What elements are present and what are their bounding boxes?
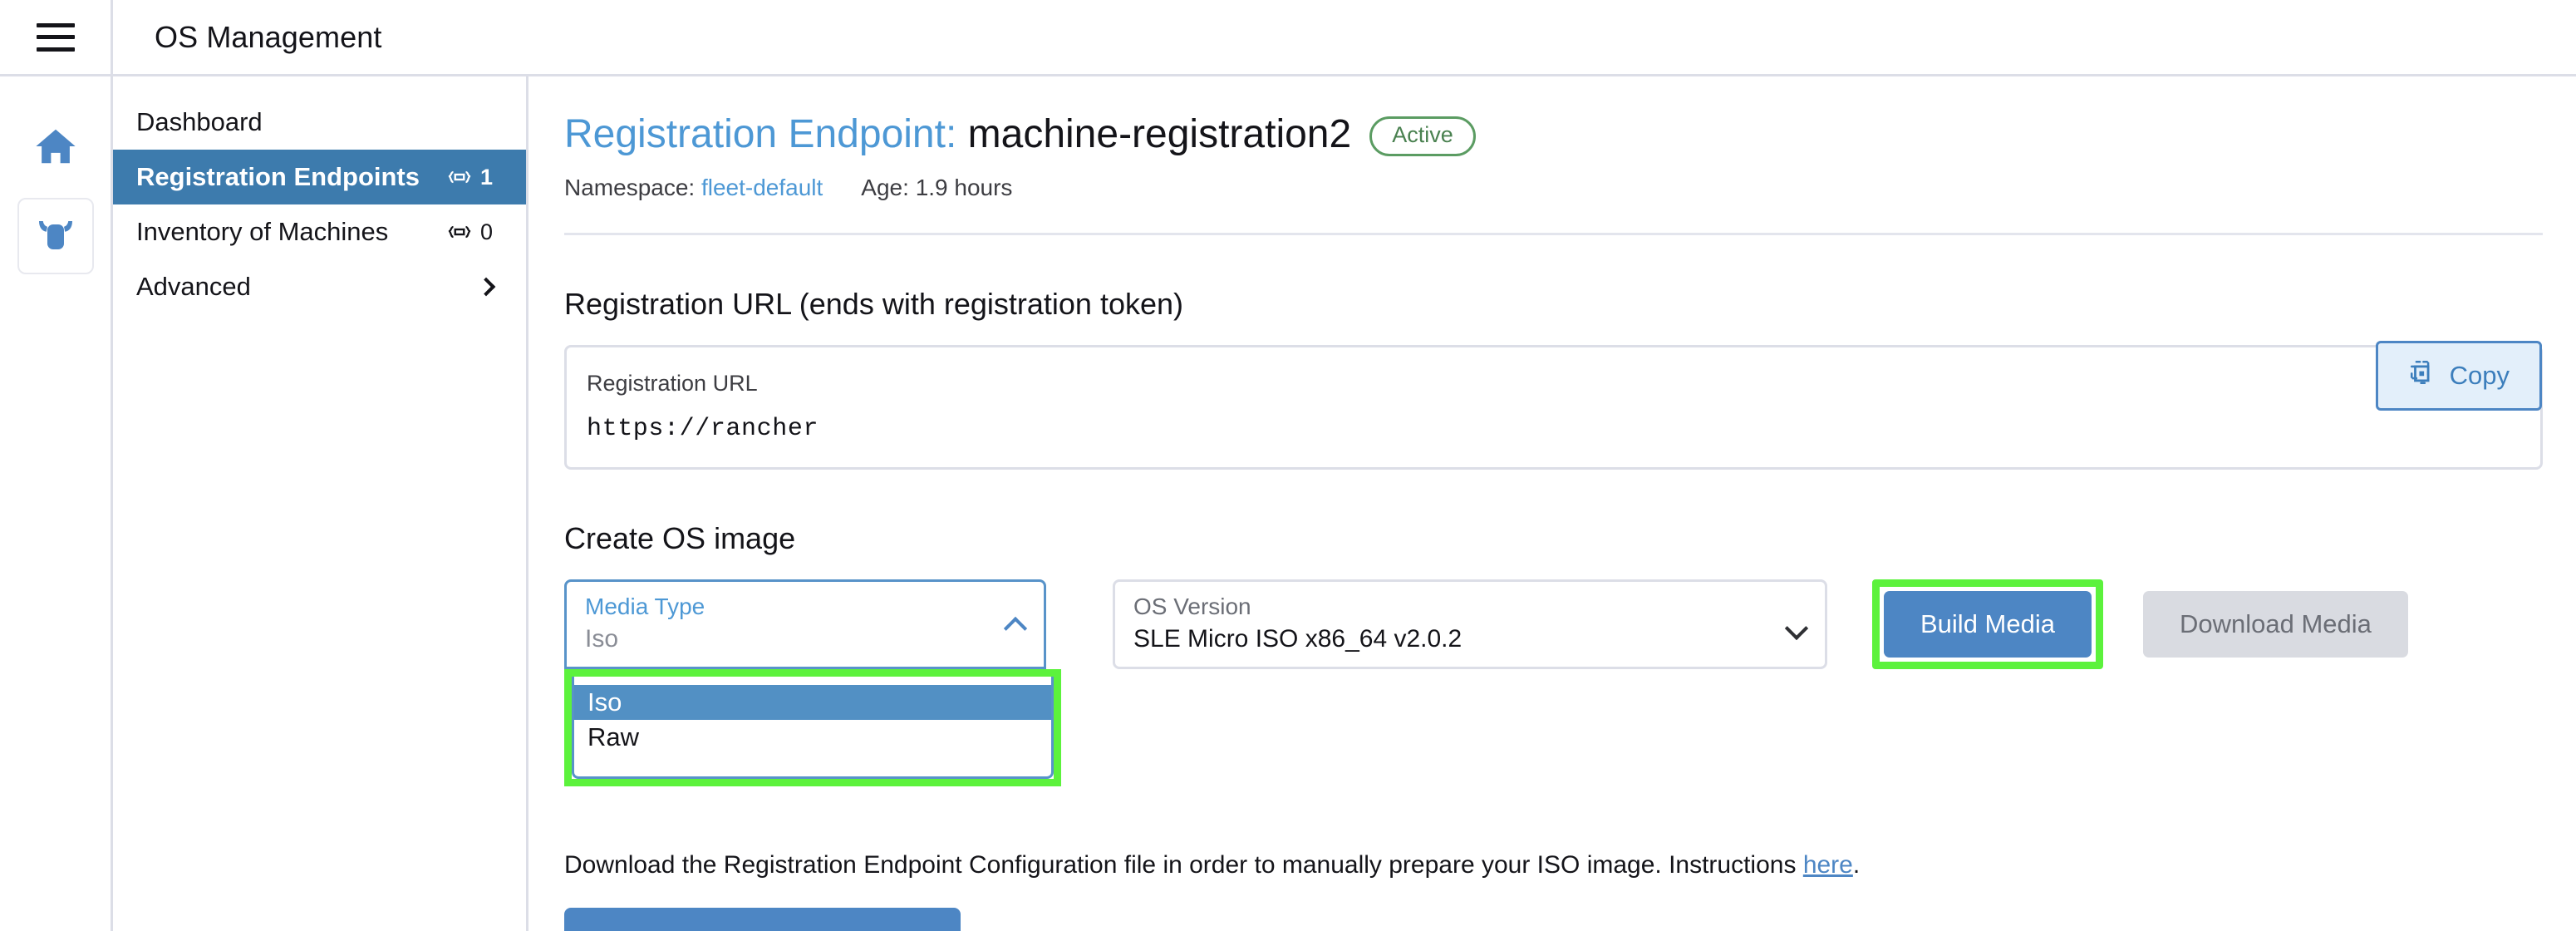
sidebar-item-inventory-of-machines[interactable]: Inventory of Machines 0 — [113, 204, 526, 259]
main-content: Registration Endpoint: machine-registrat… — [531, 76, 2576, 931]
note-text-after: . — [1852, 851, 1861, 879]
rail-item-home[interactable] — [17, 110, 94, 186]
resource-name: machine-registration2 — [967, 112, 1352, 156]
sidebar-item-count: 0 — [447, 219, 493, 245]
sidebar-item-label: Inventory of Machines — [136, 217, 389, 246]
hamburger-menu-button[interactable] — [0, 0, 113, 76]
os-version-value: SLE Micro ISO x86_64 v2.0.2 — [1133, 625, 1463, 653]
build-media-button[interactable]: Build Media — [1884, 591, 2092, 658]
create-os-image-form: Media Type Iso Iso Raw OS Version SLE Mi… — [564, 579, 2543, 786]
age-label: Age: — [861, 175, 909, 200]
sidebar-item-advanced[interactable]: Advanced — [113, 259, 526, 314]
namespace-icon — [447, 166, 472, 188]
sidebar-count-value: 0 — [479, 219, 493, 244]
page-header: Registration Endpoint: machine-registrat… — [564, 111, 2543, 161]
status-badge: Active — [1369, 116, 1476, 156]
sidebar-item-count: 1 — [447, 165, 493, 190]
namespace-link[interactable]: fleet-default — [701, 175, 823, 200]
sidebar-item-label: Registration Endpoints — [136, 162, 420, 191]
os-version-label: OS Version — [1133, 594, 1251, 619]
age-value: 1.9 hours — [915, 175, 1013, 200]
registration-url-section-title: Registration URL (ends with registration… — [564, 287, 1183, 321]
media-type-value: Iso — [585, 625, 619, 653]
build-media-highlight: Build Media — [1872, 579, 2103, 669]
download-media-button: Download Media — [2142, 591, 2408, 658]
download-configuration-file-button[interactable]: Download Configuration File — [564, 908, 961, 931]
registration-url-field-label: Registration URL — [587, 371, 758, 396]
registration-url-card: Registration URL https://rancher Copy — [564, 341, 2543, 470]
copy-button-label: Copy — [2449, 361, 2510, 390]
media-type-option-iso[interactable]: Iso — [574, 685, 1051, 720]
namespace-label: Namespace: — [564, 175, 696, 200]
instructions-link[interactable]: here — [1803, 851, 1853, 879]
media-type-label: Media Type — [585, 594, 705, 619]
media-type-dropdown-highlight: Iso Raw — [564, 669, 1061, 786]
sidebar-item-label: Advanced — [136, 272, 251, 301]
age-meta: Age: 1.9 hours — [861, 175, 1012, 201]
header-divider — [564, 233, 2543, 235]
configuration-file-note: Download the Registration Endpoint Confi… — [564, 851, 1860, 879]
hamburger-icon[interactable] — [36, 22, 75, 52]
os-version-select[interactable]: OS Version SLE Micro ISO x86_64 v2.0.2 — [1113, 579, 1827, 669]
media-type-dropdown-list: Iso Raw — [572, 677, 1054, 779]
home-icon — [33, 124, 78, 173]
page-title: Registration Endpoint: machine-registrat… — [564, 111, 1351, 157]
copy-button[interactable]: Copy — [2375, 341, 2542, 411]
sidebar-count-value: 1 — [479, 164, 493, 190]
cow-icon — [34, 214, 77, 259]
sidebar-nav: Dashboard Registration Endpoints 1 Inven… — [113, 76, 528, 931]
top-bar: OS Management — [0, 0, 2576, 76]
copy-icon — [2408, 358, 2436, 393]
icon-rail — [0, 76, 113, 931]
registration-url-value: https://rancher — [587, 415, 819, 443]
chevron-right-icon — [476, 277, 496, 297]
sidebar-item-registration-endpoints[interactable]: Registration Endpoints 1 — [113, 150, 526, 204]
page-product-title: OS Management — [155, 19, 382, 54]
app-root: OS Management Dashboard Registration End… — [0, 0, 2576, 931]
rail-item-cluster-explorer[interactable] — [17, 198, 94, 274]
resource-meta: Namespace: fleet-default Age: 1.9 hours — [564, 175, 2543, 201]
media-type-select-wrapper: Media Type Iso Iso Raw — [564, 579, 1061, 786]
namespace-meta: Namespace: fleet-default — [564, 175, 823, 201]
namespace-icon — [447, 221, 472, 243]
media-type-select[interactable]: Media Type Iso — [564, 579, 1046, 669]
note-text-before: Download the Registration Endpoint Confi… — [564, 851, 1803, 879]
media-type-option-raw[interactable]: Raw — [574, 720, 1051, 755]
create-os-image-section-title: Create OS image — [564, 521, 796, 555]
resource-type-label: Registration Endpoint: — [564, 112, 957, 156]
sidebar-item-label: Dashboard — [136, 107, 263, 136]
sidebar-item-dashboard[interactable]: Dashboard — [113, 95, 526, 150]
